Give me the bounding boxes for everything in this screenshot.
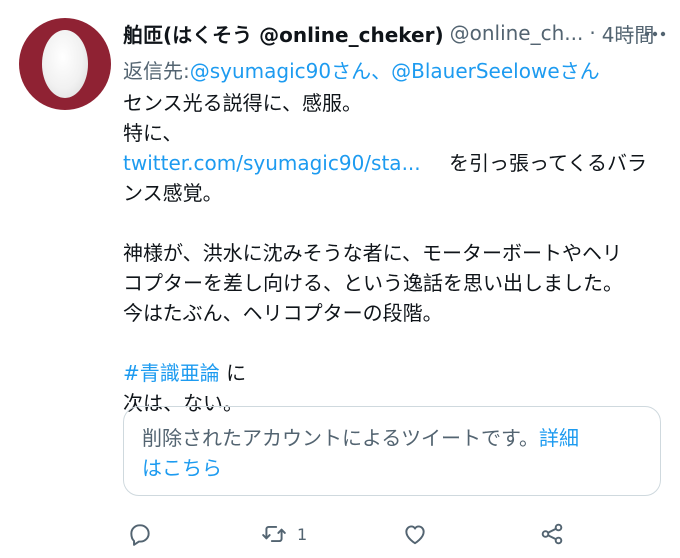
details-link[interactable]: 詳細 bbox=[539, 426, 579, 450]
tweet-content: 舶匝(はくそう @online_cheker) @online_ch... · … bbox=[123, 14, 666, 546]
tweet-header: 舶匝(はくそう @online_cheker) @online_ch... · … bbox=[123, 14, 663, 52]
text-line: 特に、 bbox=[123, 121, 183, 145]
tweet-url-link[interactable]: twitter.com/syumagic90/sta... bbox=[123, 151, 421, 175]
tweet-text: センス光る説得に、感服。 特に、 twitter.com/syumagic90/… bbox=[123, 88, 663, 418]
reply-to: 返信先: @syumagic90さん 、 @BlauerSeeloweさん bbox=[123, 52, 663, 86]
reply-icon bbox=[130, 524, 150, 546]
separator-dot: · bbox=[589, 21, 596, 45]
text-line: twitter.com/syumagic90/sta... を引っ張ってくるバラ bbox=[123, 148, 663, 178]
text-line: センス光る説得に、感服。 bbox=[123, 91, 362, 115]
reply-user-link-2[interactable]: @BlauerSeeloweさん bbox=[391, 55, 600, 84]
display-name[interactable]: 舶匝(はくそう @online_cheker) bbox=[123, 19, 444, 48]
text-fragment: を引っ張ってくるバラ bbox=[449, 151, 647, 175]
reply-button[interactable] bbox=[127, 514, 153, 554]
text-line: #青識亜論 に bbox=[123, 358, 663, 388]
quote-message: 削除されたアカウントによるツイートです。 bbox=[142, 426, 539, 450]
hashtag-link[interactable]: #青識亜論 bbox=[123, 361, 220, 385]
like-button[interactable] bbox=[402, 514, 428, 554]
text-line: 今はたぶん、ヘリコプターの段階。 bbox=[123, 301, 443, 325]
text-fragment: に bbox=[219, 361, 247, 385]
text-line: コプターを差し向ける、という逸話を思い出しました。 bbox=[123, 271, 623, 295]
more-options-button[interactable] bbox=[641, 20, 669, 48]
avatar-logo bbox=[42, 30, 88, 98]
retweet-count: 1 bbox=[297, 524, 308, 544]
avatar[interactable] bbox=[19, 18, 111, 110]
share-icon bbox=[541, 523, 563, 545]
retweet-button[interactable]: 1 bbox=[261, 514, 307, 554]
share-button[interactable] bbox=[539, 514, 565, 554]
reply-join: 、 bbox=[371, 58, 392, 83]
reply-prefix: 返信先: bbox=[123, 58, 190, 83]
reply-user-link-1[interactable]: @syumagic90さん bbox=[190, 55, 371, 84]
more-icon bbox=[644, 31, 666, 37]
user-handle[interactable]: @online_ch... bbox=[450, 21, 584, 45]
retweet-icon bbox=[262, 525, 286, 543]
quoted-tweet-unavailable: 削除されたアカウントによるツイートです。詳細 はこちら bbox=[123, 406, 661, 496]
action-bar: 1 bbox=[123, 514, 663, 554]
text-line: 神様が、洪水に沈みそうな者に、モーターボートやヘリ bbox=[123, 241, 622, 265]
details-link-continued[interactable]: はこちら bbox=[142, 456, 222, 480]
text-line: ンス感覚。 bbox=[123, 181, 223, 205]
tweet[interactable]: 舶匝(はくそう @online_cheker) @online_ch... · … bbox=[0, 0, 680, 558]
heart-icon bbox=[405, 525, 425, 545]
